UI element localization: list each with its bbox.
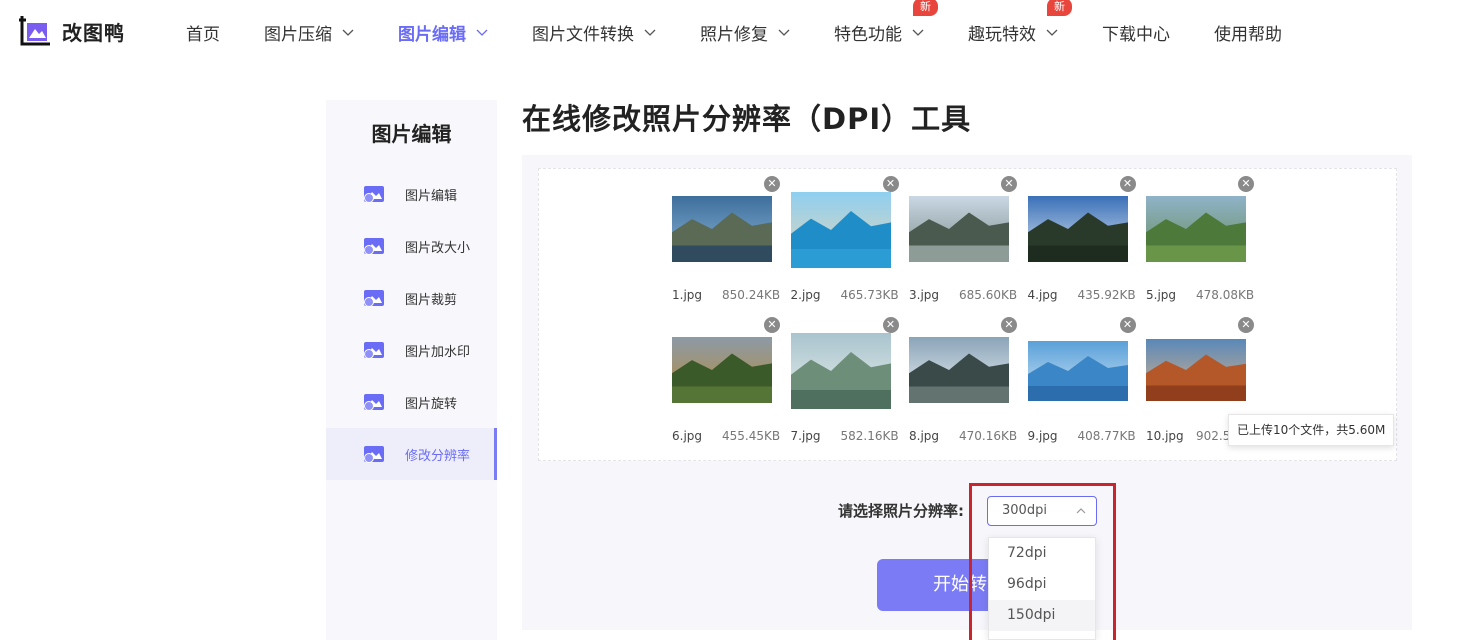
top-nav-bar: 改图鸭 首页 图片压缩 图片编辑 图片文件转换 照片修复 特色功能新趣玩特效新下载中心 使用…: [0, 0, 1458, 64]
nav-item-0[interactable]: 首页: [186, 20, 220, 45]
image-edit-icon: [364, 186, 384, 203]
remove-file-icon[interactable]: ✕: [1238, 176, 1254, 192]
file-name: 9.jpg: [1027, 429, 1058, 443]
file-name: 6.jpg: [672, 429, 703, 443]
sidebar-item-4[interactable]: 图片旋转: [326, 376, 497, 428]
file-name: 4.jpg: [1027, 288, 1058, 302]
file-size: 478.08KB: [1196, 288, 1255, 302]
remove-file-icon[interactable]: ✕: [1119, 176, 1136, 192]
nav-item-2[interactable]: 图片编辑: [398, 20, 488, 45]
logo-icon: [18, 14, 52, 48]
file-name: 5.jpg: [1146, 288, 1177, 302]
nav-item-label: 首页: [186, 24, 220, 45]
remove-file-icon[interactable]: ✕: [1238, 317, 1254, 333]
highlight-box: [969, 483, 1116, 640]
file-size: 582.16KB: [840, 429, 899, 443]
file-size: 850.24KB: [722, 288, 781, 302]
nav-item-4[interactable]: 照片修复: [700, 20, 790, 45]
file-name: 10.jpg: [1146, 429, 1184, 443]
remove-file-icon[interactable]: ✕: [1001, 317, 1017, 333]
chevron-down-icon: [1046, 29, 1058, 36]
image-watermark-icon: [364, 342, 384, 359]
thumbnail-image: [790, 192, 891, 268]
nav-item-6[interactable]: 趣玩特效新: [968, 0, 1072, 45]
file-name: 8.jpg: [909, 429, 940, 443]
logo-text: 改图鸭: [62, 20, 125, 45]
thumbnail-image: [1146, 339, 1246, 401]
nav-item-5[interactable]: 特色功能新: [834, 0, 938, 45]
remove-file-icon[interactable]: ✕: [1119, 317, 1136, 333]
remove-file-icon[interactable]: ✕: [882, 176, 899, 192]
file-name: 1.jpg: [672, 288, 703, 302]
sidebar: 图片编辑 图片编辑图片改大小图片裁剪图片加水印图片旋转修改分辨率: [326, 100, 497, 640]
sidebar-item-2[interactable]: 图片裁剪: [326, 272, 497, 324]
new-badge: 新: [913, 0, 938, 16]
thumbnail-image: [790, 333, 891, 409]
nav-item-label: 图片压缩: [264, 24, 332, 45]
image-crop-icon: [364, 290, 384, 307]
sidebar-title: 图片编辑: [371, 122, 452, 146]
thumbnail-image: [1027, 341, 1128, 401]
sidebar-item-label: 图片旋转: [405, 396, 458, 412]
dpi-select-label: 请选择照片分辨率:: [838, 502, 964, 520]
sidebar-item-label: 图片加水印: [405, 344, 471, 360]
sidebar-item-0[interactable]: 图片编辑: [326, 168, 497, 220]
thumbnail-image: [1146, 196, 1246, 262]
sidebar-item-5[interactable]: 修改分辨率: [326, 428, 497, 480]
sidebar-item-label: 图片裁剪: [405, 292, 458, 308]
file-name: 3.jpg: [909, 288, 940, 302]
thumbnail-image: [909, 337, 1009, 403]
main-nav: 首页 图片压缩 图片编辑 图片文件转换 照片修复 特色功能新趣玩特效新下载中心 使用帮助: [186, 0, 1326, 64]
nav-item-7[interactable]: 下载中心: [1102, 20, 1170, 45]
nav-item-label: 图片文件转换: [532, 24, 634, 45]
upload-summary-tooltip: 已上传10个文件，共5.60M: [1228, 414, 1395, 446]
new-badge: 新: [1047, 0, 1072, 16]
file-name: 7.jpg: [790, 429, 821, 443]
remove-file-icon[interactable]: ✕: [1001, 176, 1017, 192]
thumbnail-image: [672, 337, 772, 403]
thumbnail-image: [1027, 196, 1128, 262]
page-title: 在线修改照片分辨率（DPI）工具: [522, 102, 972, 136]
chevron-down-icon: [778, 29, 790, 36]
file-size: 455.45KB: [722, 429, 781, 443]
sidebar-item-3[interactable]: 图片加水印: [326, 324, 497, 376]
nav-item-1[interactable]: 图片压缩: [264, 20, 354, 45]
file-size: 470.16KB: [959, 429, 1018, 443]
remove-file-icon[interactable]: ✕: [764, 317, 780, 333]
remove-file-icon[interactable]: ✕: [882, 317, 899, 333]
file-size: 465.73KB: [840, 288, 899, 302]
chevron-down-icon: [476, 29, 488, 36]
nav-item-label: 下载中心: [1102, 24, 1170, 45]
file-size: 435.92KB: [1077, 288, 1136, 302]
nav-item-8[interactable]: 使用帮助: [1214, 20, 1282, 45]
nav-item-label: 特色功能: [834, 24, 902, 45]
chevron-down-icon: [342, 29, 354, 36]
nav-item-label: 使用帮助: [1214, 24, 1282, 45]
image-resize-icon: [364, 238, 384, 255]
chevron-down-icon: [912, 29, 924, 36]
nav-item-label: 照片修复: [700, 24, 768, 45]
nav-item-label: 趣玩特效: [968, 24, 1036, 45]
image-rotate-icon: [364, 394, 384, 411]
logo[interactable]: 改图鸭: [18, 14, 125, 48]
file-size: 408.77KB: [1077, 429, 1136, 443]
sidebar-item-label: 修改分辨率: [405, 448, 471, 464]
nav-item-3[interactable]: 图片文件转换: [532, 20, 656, 45]
thumbnail-image: [672, 196, 772, 262]
remove-file-icon[interactable]: ✕: [764, 176, 780, 192]
chevron-down-icon: [644, 29, 656, 36]
sidebar-item-1[interactable]: 图片改大小: [326, 220, 497, 272]
thumbnail-image: [909, 196, 1009, 262]
sidebar-item-label: 图片编辑: [405, 188, 458, 204]
nav-item-label: 图片编辑: [398, 24, 466, 45]
file-size: 685.60KB: [959, 288, 1018, 302]
sidebar-item-label: 图片改大小: [405, 240, 471, 256]
image-resolution-icon: [364, 446, 384, 463]
file-name: 2.jpg: [790, 288, 821, 302]
